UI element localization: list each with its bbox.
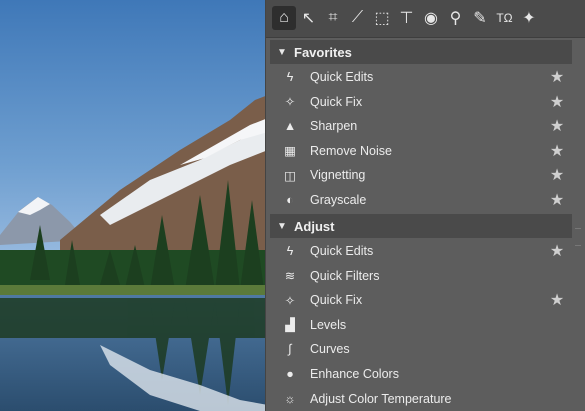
tool-item-quick-edits[interactable]: ϟ Quick Edits ★ <box>270 65 572 89</box>
favorite-star-icon[interactable]: ★ <box>542 92 572 112</box>
tool-item-label: Remove Noise <box>310 143 392 158</box>
tool-item-label: Quick Edits <box>310 70 374 84</box>
tool-item-grayscale[interactable]: ◐ Grayscale ★ <box>270 188 572 212</box>
vignette-icon: ◫ <box>284 168 296 183</box>
text-box-icon[interactable]: ⊤ <box>395 6 419 30</box>
eye-icon[interactable]: ◉ <box>419 6 443 30</box>
filters-icon: ≋ <box>284 269 296 284</box>
tool-item-enhance-colors[interactable]: ● Enhance Colors <box>270 362 572 386</box>
grayscale-icon: ◐ <box>286 193 294 207</box>
landscape-photo <box>0 0 268 411</box>
brush-icon[interactable]: ✎ <box>468 6 492 30</box>
tool-item-vignetting[interactable]: ◫ Vignetting ★ <box>270 163 572 187</box>
favorite-star-icon[interactable]: ★ <box>542 290 572 310</box>
tool-toolbar: ⌂ ↖ ⌗ ⟋ ⬚ ⊤ ◉ ⚲ ✎ TΩ ✦ <box>266 0 585 38</box>
favorites-title: Favorites <box>294 44 352 60</box>
tool-item-label: Grayscale <box>310 193 367 207</box>
tool-item-quick-filters[interactable]: ≋ Quick Filters <box>270 264 572 288</box>
lightning-icon: ϟ <box>286 70 294 84</box>
tool-item-label: Enhance Colors <box>310 367 399 381</box>
bulb-icon: ☼ <box>284 391 296 406</box>
collapse-triangle-icon: ▼ <box>277 46 287 58</box>
tool-item-adjust-color-temperature[interactable]: ☼ Adjust Color Temperature <box>270 387 572 411</box>
tool-item-label: Quick Edits <box>310 244 374 258</box>
text-symbol-icon[interactable]: TΩ <box>493 6 517 30</box>
tool-item-label: Vignetting <box>310 168 366 183</box>
tool-item-curves[interactable]: ∫ Curves <box>270 337 572 361</box>
favorite-star-icon[interactable]: ★ <box>542 141 572 161</box>
tools-panel: ⌂ ↖ ⌗ ⟋ ⬚ ⊤ ◉ ⚲ ✎ TΩ ✦ ▼ Favorites ϟ Quick Edits ★ ✧ Q… <box>265 0 585 411</box>
tool-item-levels[interactable]: ▟ Levels <box>270 313 572 337</box>
tool-item-remove-noise[interactable]: ▦ Remove Noise ★ <box>270 139 572 163</box>
favorite-star-icon[interactable]: ★ <box>542 116 572 136</box>
lightning-icon: ϟ <box>286 244 294 258</box>
tool-item-label: Sharpen <box>310 119 358 134</box>
palette-icon: ● <box>286 367 294 381</box>
favorite-star-icon[interactable]: ★ <box>542 241 572 261</box>
transform-icon[interactable]: ⬚ <box>370 6 394 30</box>
adjust-header[interactable]: ▼ Adjust <box>270 214 572 238</box>
tool-item-quick-fix[interactable]: ✧ Quick Fix ★ <box>270 288 572 312</box>
tool-item-quick-edits[interactable]: ϟ Quick Edits ★ <box>270 239 572 263</box>
tool-item-label: Quick Filters <box>310 268 380 283</box>
magic-wand-icon: ✧ <box>284 95 296 110</box>
tool-item-label: Quick Fix <box>310 293 363 308</box>
tool-item-label: Curves <box>310 342 350 357</box>
scroll-thumb[interactable] <box>575 228 581 246</box>
favorite-star-icon[interactable]: ★ <box>542 190 572 210</box>
levels-icon: ▟ <box>285 318 295 333</box>
collapse-triangle-icon: ▼ <box>277 220 287 232</box>
tool-item-label: Levels <box>310 317 347 332</box>
favorite-star-icon[interactable]: ★ <box>542 165 572 185</box>
crop-icon[interactable]: ⌗ <box>321 6 345 30</box>
photo-canvas[interactable] <box>0 0 268 411</box>
triangle-icon: ▲ <box>283 119 297 134</box>
tool-item-quick-fix[interactable]: ✧ Quick Fix ★ <box>270 90 572 114</box>
tool-item-label: Adjust Color Temperature <box>310 391 452 406</box>
adjust-title: Adjust <box>294 218 335 234</box>
favorites-header[interactable]: ▼ Favorites <box>270 40 572 64</box>
sparkle-icon[interactable]: ✦ <box>517 6 541 30</box>
stamp-icon[interactable]: ⚲ <box>444 6 468 30</box>
noise-icon: ▦ <box>284 144 296 159</box>
tool-item-sharpen[interactable]: ▲ Sharpen ★ <box>270 114 572 138</box>
home-icon[interactable]: ⌂ <box>272 6 296 30</box>
favorite-star-icon[interactable]: ★ <box>542 67 572 87</box>
pointer-icon[interactable]: ↖ <box>297 6 321 30</box>
curves-icon: ∫ <box>288 342 292 357</box>
perspective-icon[interactable]: ⟋ <box>346 6 370 30</box>
tool-item-label: Quick Fix <box>310 94 363 109</box>
panel-scrollbar[interactable] <box>573 38 583 411</box>
magic-wand-icon: ✧ <box>284 293 296 308</box>
